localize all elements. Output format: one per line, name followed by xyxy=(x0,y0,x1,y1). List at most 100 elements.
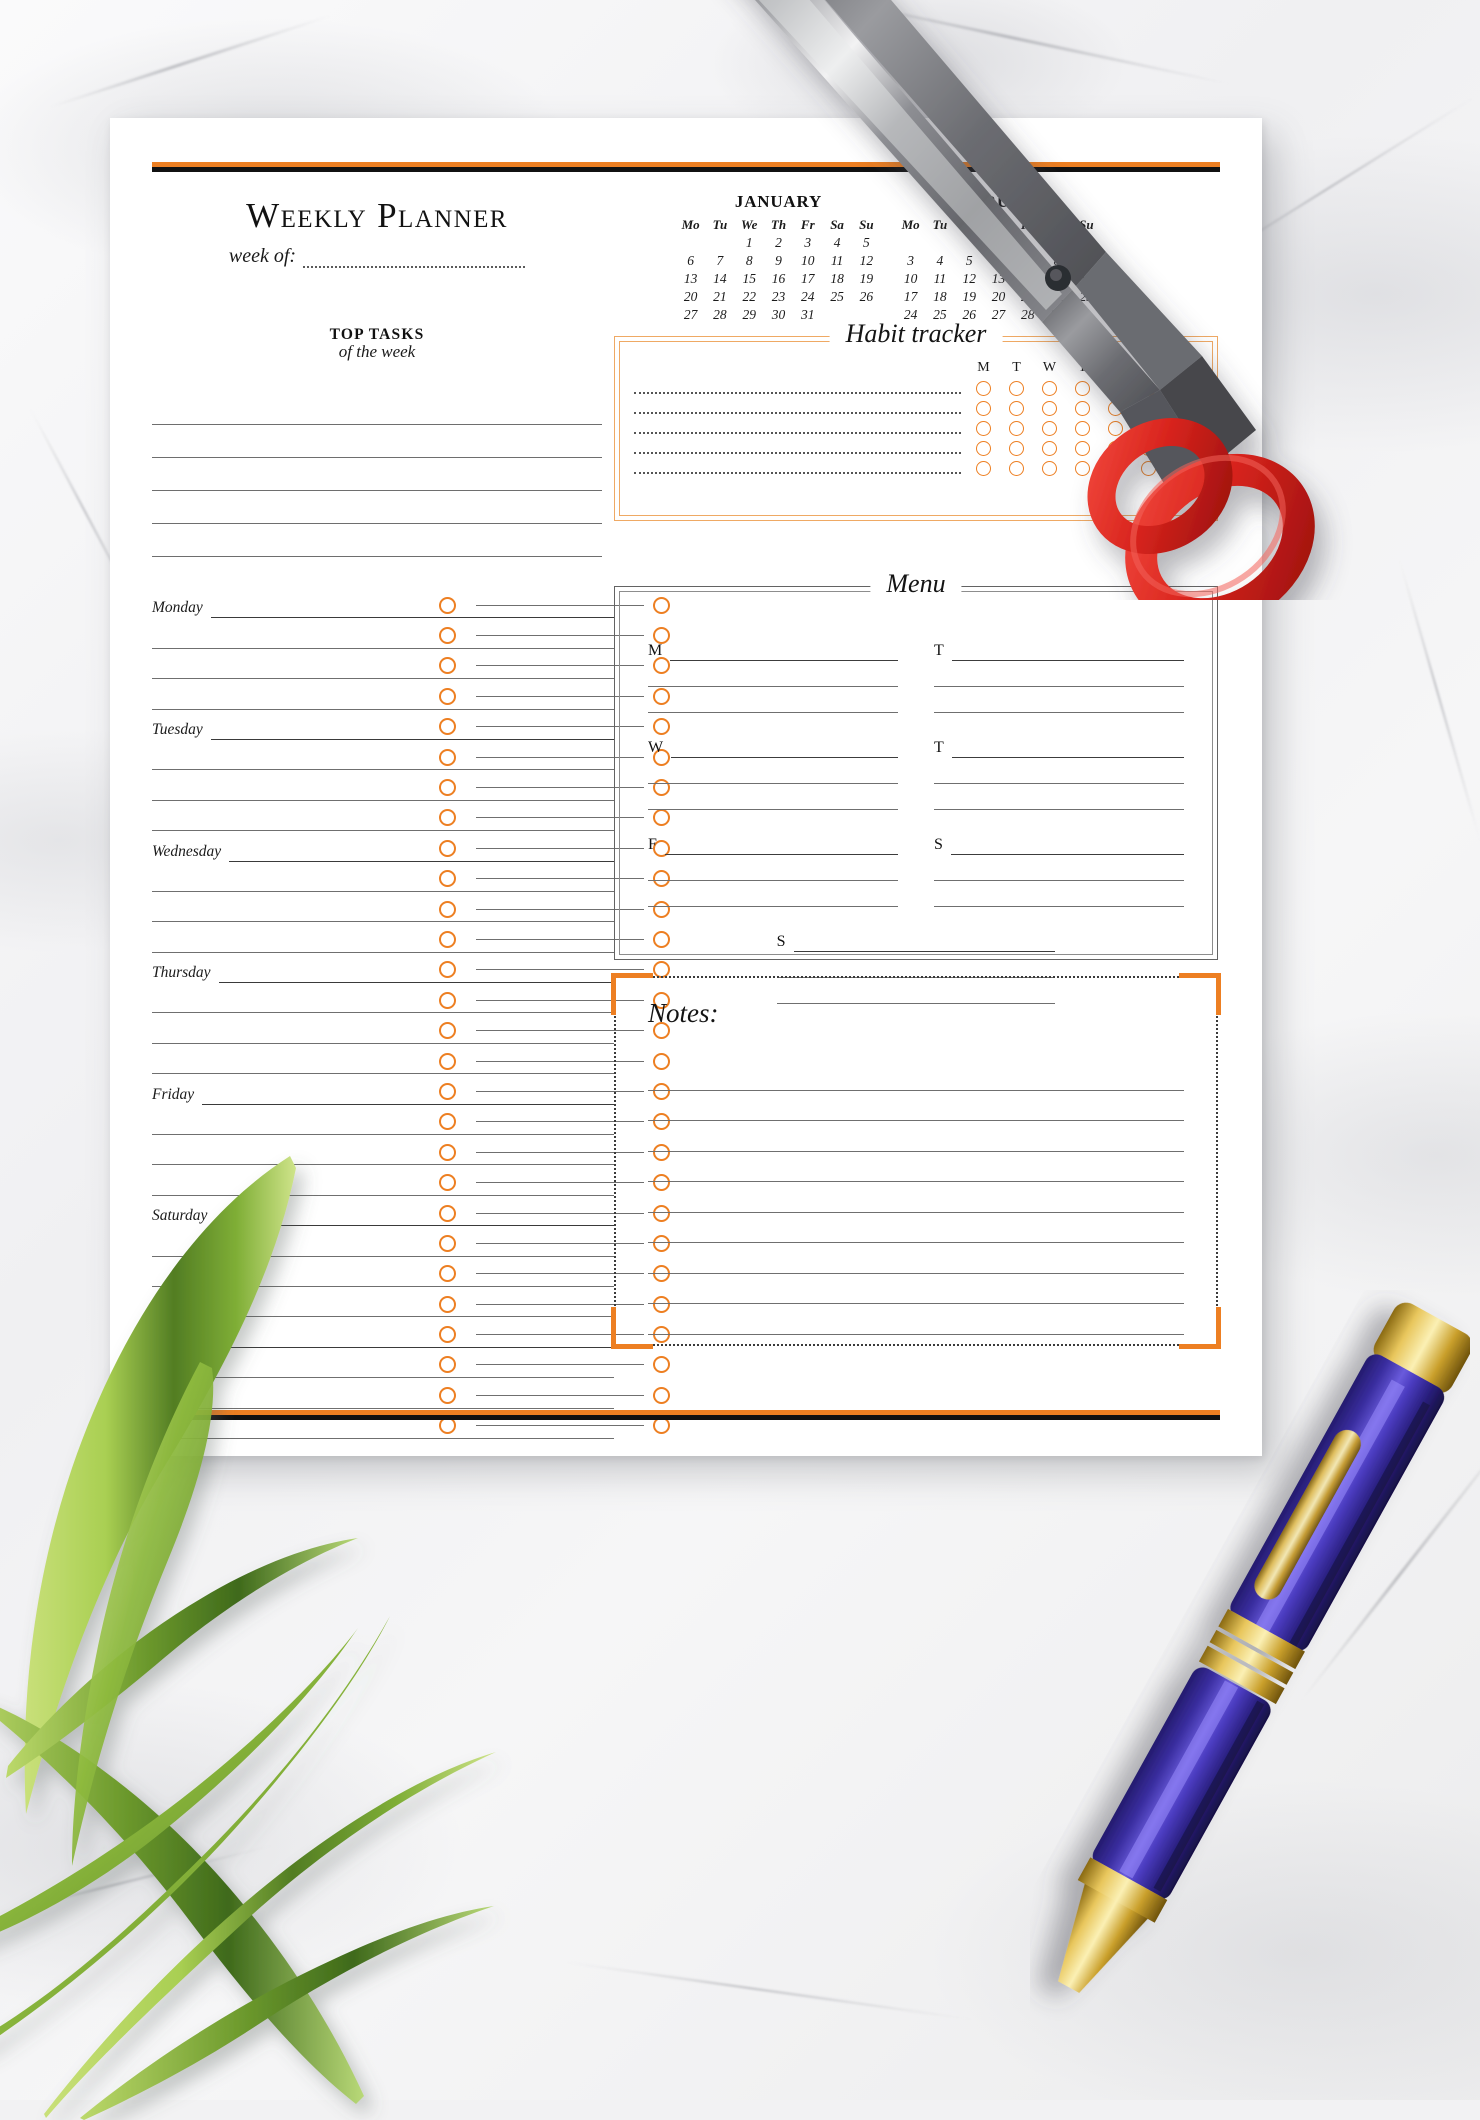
schedule-checkbox[interactable] xyxy=(438,1326,456,1344)
top-task-line[interactable] xyxy=(152,458,602,491)
habit-checkbox[interactable] xyxy=(1141,381,1156,396)
schedule-checkbox[interactable] xyxy=(438,1022,456,1040)
menu-line[interactable] xyxy=(934,855,1184,881)
habit-checkbox[interactable] xyxy=(1141,441,1156,456)
calendar-date-cell[interactable]: 9 xyxy=(764,252,793,270)
notes-line[interactable] xyxy=(648,1213,1184,1243)
week-of-input[interactable] xyxy=(303,253,526,268)
calendar-date-cell[interactable]: 26 xyxy=(852,288,881,306)
calendar-date-cell[interactable]: 3 xyxy=(793,234,822,252)
habit-checkbox[interactable] xyxy=(1141,421,1156,436)
calendar-date-cell[interactable]: 11 xyxy=(925,270,954,288)
calendar-date-cell[interactable]: 18 xyxy=(925,288,954,306)
calendar-date-cell[interactable]: 10 xyxy=(896,270,925,288)
schedule-checkbox[interactable] xyxy=(438,1052,456,1070)
notes-line[interactable] xyxy=(648,1182,1184,1213)
menu-line[interactable] xyxy=(670,660,898,661)
calendar-date-cell[interactable]: 12 xyxy=(852,252,881,270)
menu-line[interactable] xyxy=(793,951,1056,952)
schedule-checkbox[interactable] xyxy=(438,779,456,797)
calendar-date-cell[interactable]: 7 xyxy=(705,252,734,270)
calendar-date-cell[interactable]: 2 xyxy=(764,234,793,252)
habit-checkbox[interactable] xyxy=(1009,421,1024,436)
top-task-line[interactable] xyxy=(152,392,602,425)
calendar-date-cell[interactable]: 25 xyxy=(822,288,851,306)
calendar-date-cell[interactable]: 4 xyxy=(822,234,851,252)
schedule-right-line[interactable] xyxy=(476,1425,644,1427)
schedule-right-line[interactable] xyxy=(476,1364,644,1366)
habit-checkbox[interactable] xyxy=(1009,441,1024,456)
habit-checkbox[interactable] xyxy=(1042,381,1057,396)
habit-checkbox[interactable] xyxy=(976,421,991,436)
calendar-date-cell[interactable]: 22 xyxy=(735,288,764,306)
schedule-checkbox[interactable] xyxy=(438,596,456,614)
calendar-date-cell[interactable]: 11 xyxy=(822,252,851,270)
menu-line[interactable] xyxy=(648,784,898,810)
calendar-date-cell[interactable]: 29 xyxy=(1042,306,1071,324)
schedule-checkbox[interactable] xyxy=(438,961,456,979)
top-task-line[interactable] xyxy=(152,425,602,458)
notes-line[interactable] xyxy=(648,1091,1184,1121)
menu-line[interactable] xyxy=(934,784,1184,810)
habit-checkbox[interactable] xyxy=(1108,461,1123,476)
habit-checkbox[interactable] xyxy=(1174,441,1189,456)
menu-line[interactable] xyxy=(951,660,1184,661)
menu-line[interactable] xyxy=(934,881,1184,907)
schedule-right-line[interactable] xyxy=(476,1394,644,1396)
notes-line[interactable] xyxy=(648,1304,1184,1335)
calendar-date-cell[interactable]: 6 xyxy=(676,252,705,270)
menu-line[interactable] xyxy=(950,854,1184,855)
habit-checkbox[interactable] xyxy=(1108,381,1123,396)
habit-label-input[interactable] xyxy=(634,444,961,454)
calendar-date-cell[interactable]: 1 xyxy=(735,234,764,252)
schedule-checkbox[interactable] xyxy=(438,718,456,736)
menu-line[interactable] xyxy=(648,881,898,907)
habit-checkbox[interactable] xyxy=(976,381,991,396)
calendar-date-cell[interactable]: 30 xyxy=(764,306,793,324)
menu-line[interactable] xyxy=(934,687,1184,713)
habit-checkbox[interactable] xyxy=(1108,421,1123,436)
menu-line[interactable] xyxy=(934,661,1184,687)
calendar-date-cell[interactable]: 14 xyxy=(1013,270,1042,288)
calendar-date-cell[interactable]: 8 xyxy=(735,252,764,270)
habit-label-input[interactable] xyxy=(634,404,961,414)
calendar-date-cell[interactable]: 12 xyxy=(955,270,984,288)
calendar-date-cell[interactable]: 3 xyxy=(896,252,925,270)
habit-checkbox[interactable] xyxy=(1042,441,1057,456)
calendar-date-cell[interactable]: 13 xyxy=(984,270,1013,288)
menu-line[interactable] xyxy=(776,952,1056,978)
habit-checkbox[interactable] xyxy=(1075,421,1090,436)
menu-line[interactable] xyxy=(664,854,898,855)
calendar-date-cell[interactable]: 5 xyxy=(955,252,984,270)
notes-line[interactable] xyxy=(648,1121,1184,1152)
calendar-date-cell[interactable]: 5 xyxy=(852,234,881,252)
schedule-checkbox[interactable] xyxy=(438,1356,456,1374)
calendar-date-cell[interactable]: 23 xyxy=(1072,288,1101,306)
top-task-line[interactable] xyxy=(152,491,602,524)
calendar-date-cell[interactable]: 9 xyxy=(1072,252,1101,270)
calendar-date-cell[interactable]: 13 xyxy=(676,270,705,288)
calendar-date-cell[interactable]: 19 xyxy=(955,288,984,306)
calendar-date-cell[interactable]: 6 xyxy=(984,252,1013,270)
habit-checkbox[interactable] xyxy=(1042,421,1057,436)
top-task-line[interactable] xyxy=(152,524,602,557)
habit-checkbox[interactable] xyxy=(1075,401,1090,416)
habit-checkbox[interactable] xyxy=(1174,381,1189,396)
calendar-date-cell[interactable]: 21 xyxy=(705,288,734,306)
calendar-date-cell[interactable]: 17 xyxy=(896,288,925,306)
notes-line[interactable] xyxy=(648,1060,1184,1091)
schedule-checkbox[interactable] xyxy=(438,1386,456,1404)
schedule-checkbox[interactable] xyxy=(438,1143,456,1161)
calendar-date-cell[interactable]: 28 xyxy=(705,306,734,324)
habit-checkbox[interactable] xyxy=(1009,461,1024,476)
habit-checkbox[interactable] xyxy=(1174,401,1189,416)
schedule-checkbox[interactable] xyxy=(438,900,456,918)
calendar-date-cell[interactable]: 22 xyxy=(1042,288,1071,306)
habit-checkbox[interactable] xyxy=(1075,441,1090,456)
calendar-date-cell[interactable]: 24 xyxy=(793,288,822,306)
habit-checkbox[interactable] xyxy=(1174,421,1189,436)
schedule-checkbox[interactable] xyxy=(438,1295,456,1313)
habit-checkbox[interactable] xyxy=(1042,461,1057,476)
calendar-date-cell[interactable]: 14 xyxy=(705,270,734,288)
habit-label-input[interactable] xyxy=(634,464,961,474)
